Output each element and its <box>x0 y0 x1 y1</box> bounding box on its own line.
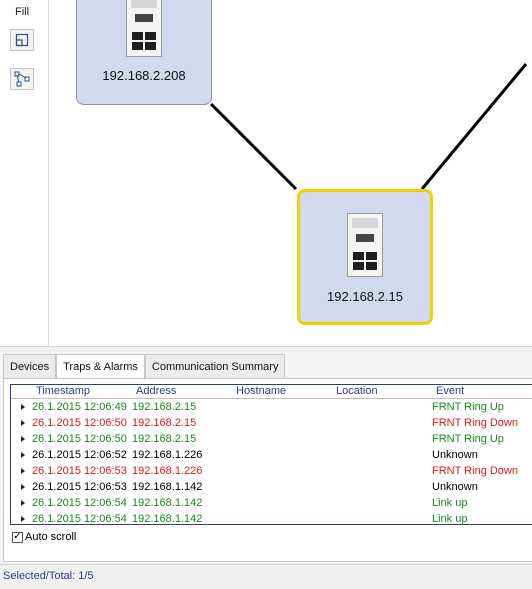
device-node-label: 192.168.2.208 <box>102 68 186 83</box>
layout-tree-icon <box>14 71 30 87</box>
traps-alarms-content: Timestamp Address Hostname Location Even… <box>3 378 532 562</box>
cell-address: 192.168.2.15 <box>132 401 197 413</box>
cell-address: 192.168.1.142 <box>132 481 203 493</box>
device-node-label: 192.168.2.15 <box>327 289 403 304</box>
expand-arrow-icon[interactable] <box>21 484 25 490</box>
column-header-hostname[interactable]: Hostname <box>236 385 286 398</box>
layout-tree-button[interactable] <box>10 68 34 90</box>
cell-address: 192.168.1.226 <box>132 449 203 461</box>
auto-scroll-label: Auto scroll <box>25 531 77 543</box>
fit-view-icon <box>15 33 29 47</box>
expand-arrow-icon[interactable] <box>21 420 25 426</box>
table-row[interactable]: 26.1.2015 12:06:53 192.168.1.226 FRNT Ring… <box>11 463 532 479</box>
column-header-event[interactable]: Event <box>436 385 464 398</box>
table-row[interactable]: 26.1.2015 12:06:52 192.168.1.226 Unknown <box>11 447 532 463</box>
cell-event: FRNT Ring Down <box>432 465 518 477</box>
device-node[interactable]: 192.168.2.208 <box>76 0 212 105</box>
panel-tabs: Devices Traps & Alarms Communication Sum… <box>3 354 286 379</box>
table-row[interactable]: 26.1.2015 12:06:53 192.168.1.142 Unknown <box>11 479 532 495</box>
switch-device-icon <box>347 213 383 277</box>
fit-view-button[interactable] <box>10 29 34 51</box>
cell-timestamp: 26.1.2015 12:06:50 <box>32 417 127 429</box>
cell-timestamp: 26.1.2015 12:06:54 <box>32 513 127 525</box>
cell-address: 192.168.1.142 <box>132 513 203 525</box>
expand-arrow-icon[interactable] <box>21 500 25 506</box>
table-row[interactable]: 26.1.2015 12:06:49 192.168.2.15 FRNT Ring … <box>11 399 532 415</box>
status-bar: Selected/Total: 1/5 <box>0 564 532 589</box>
switch-device-icon <box>126 0 162 57</box>
column-header-location[interactable]: Location <box>336 385 378 398</box>
selection-status: Selected/Total: 1/5 <box>3 570 94 582</box>
table-header: Timestamp Address Hostname Location Even… <box>11 385 532 399</box>
checkbox-checked-icon: ✓ <box>12 531 23 543</box>
cell-timestamp: 26.1.2015 12:06:52 <box>32 449 127 461</box>
device-node-selected[interactable]: 192.168.2.15 <box>297 189 433 325</box>
cell-event: Link up <box>432 497 468 509</box>
expand-arrow-icon[interactable] <box>21 516 25 522</box>
cell-event: Unknown <box>432 481 478 493</box>
table-row[interactable]: 26.1.2015 12:06:54 192.168.1.142 Link up <box>11 495 532 511</box>
cell-address: 192.168.1.142 <box>132 497 203 509</box>
cell-event: Link up <box>432 513 468 525</box>
fill-button[interactable]: Fill <box>10 1 34 23</box>
link-208-to-15 <box>209 102 298 191</box>
cell-event: FRNT Ring Up <box>432 433 504 445</box>
table-row[interactable]: 26.1.2015 12:06:50 192.168.2.15 FRNT Ring … <box>11 431 532 447</box>
cell-address: 192.168.1.226 <box>132 465 203 477</box>
expand-arrow-icon[interactable] <box>21 436 25 442</box>
topology-canvas[interactable]: 192.168.2.208 192.168.2.15 <box>49 0 532 346</box>
table-row[interactable]: 26.1.2015 12:06:50 192.168.2.15 FRNT Ring … <box>11 415 532 431</box>
tab-devices[interactable]: Devices <box>3 354 57 378</box>
table-row[interactable]: 26.1.2015 12:06:54 192.168.1.142 Link up <box>11 511 532 527</box>
cell-timestamp: 26.1.2015 12:06:53 <box>32 481 127 493</box>
traps-table[interactable]: Timestamp Address Hostname Location Even… <box>10 384 532 525</box>
expand-arrow-icon[interactable] <box>21 468 25 474</box>
link-15-to-offscreen <box>420 63 528 190</box>
column-header-timestamp[interactable]: Timestamp <box>36 385 90 398</box>
cell-event: FRNT Ring Up <box>432 401 504 413</box>
cell-timestamp: 26.1.2015 12:06:53 <box>32 465 127 477</box>
cell-address: 192.168.2.15 <box>132 417 197 429</box>
cell-address: 192.168.2.15 <box>132 433 197 445</box>
auto-scroll-checkbox[interactable]: ✓ Auto scroll <box>12 531 76 543</box>
tab-communication-summary[interactable]: Communication Summary <box>144 354 286 378</box>
column-header-address[interactable]: Address <box>136 385 176 398</box>
cell-timestamp: 26.1.2015 12:06:54 <box>32 497 127 509</box>
canvas-toolbar: Fill <box>0 0 49 346</box>
table-body: 26.1.2015 12:06:49 192.168.2.15 FRNT Ring … <box>11 399 532 527</box>
expand-arrow-icon[interactable] <box>21 452 25 458</box>
cell-event: Unknown <box>432 449 478 461</box>
bottom-panel: Devices Traps & Alarms Communication Sum… <box>0 352 532 589</box>
cell-event: FRNT Ring Down <box>432 417 518 429</box>
cell-timestamp: 26.1.2015 12:06:50 <box>32 433 127 445</box>
cell-timestamp: 26.1.2015 12:06:49 <box>32 401 127 413</box>
expand-arrow-icon[interactable] <box>21 404 25 410</box>
tab-traps-alarms[interactable]: Traps & Alarms <box>56 354 145 379</box>
